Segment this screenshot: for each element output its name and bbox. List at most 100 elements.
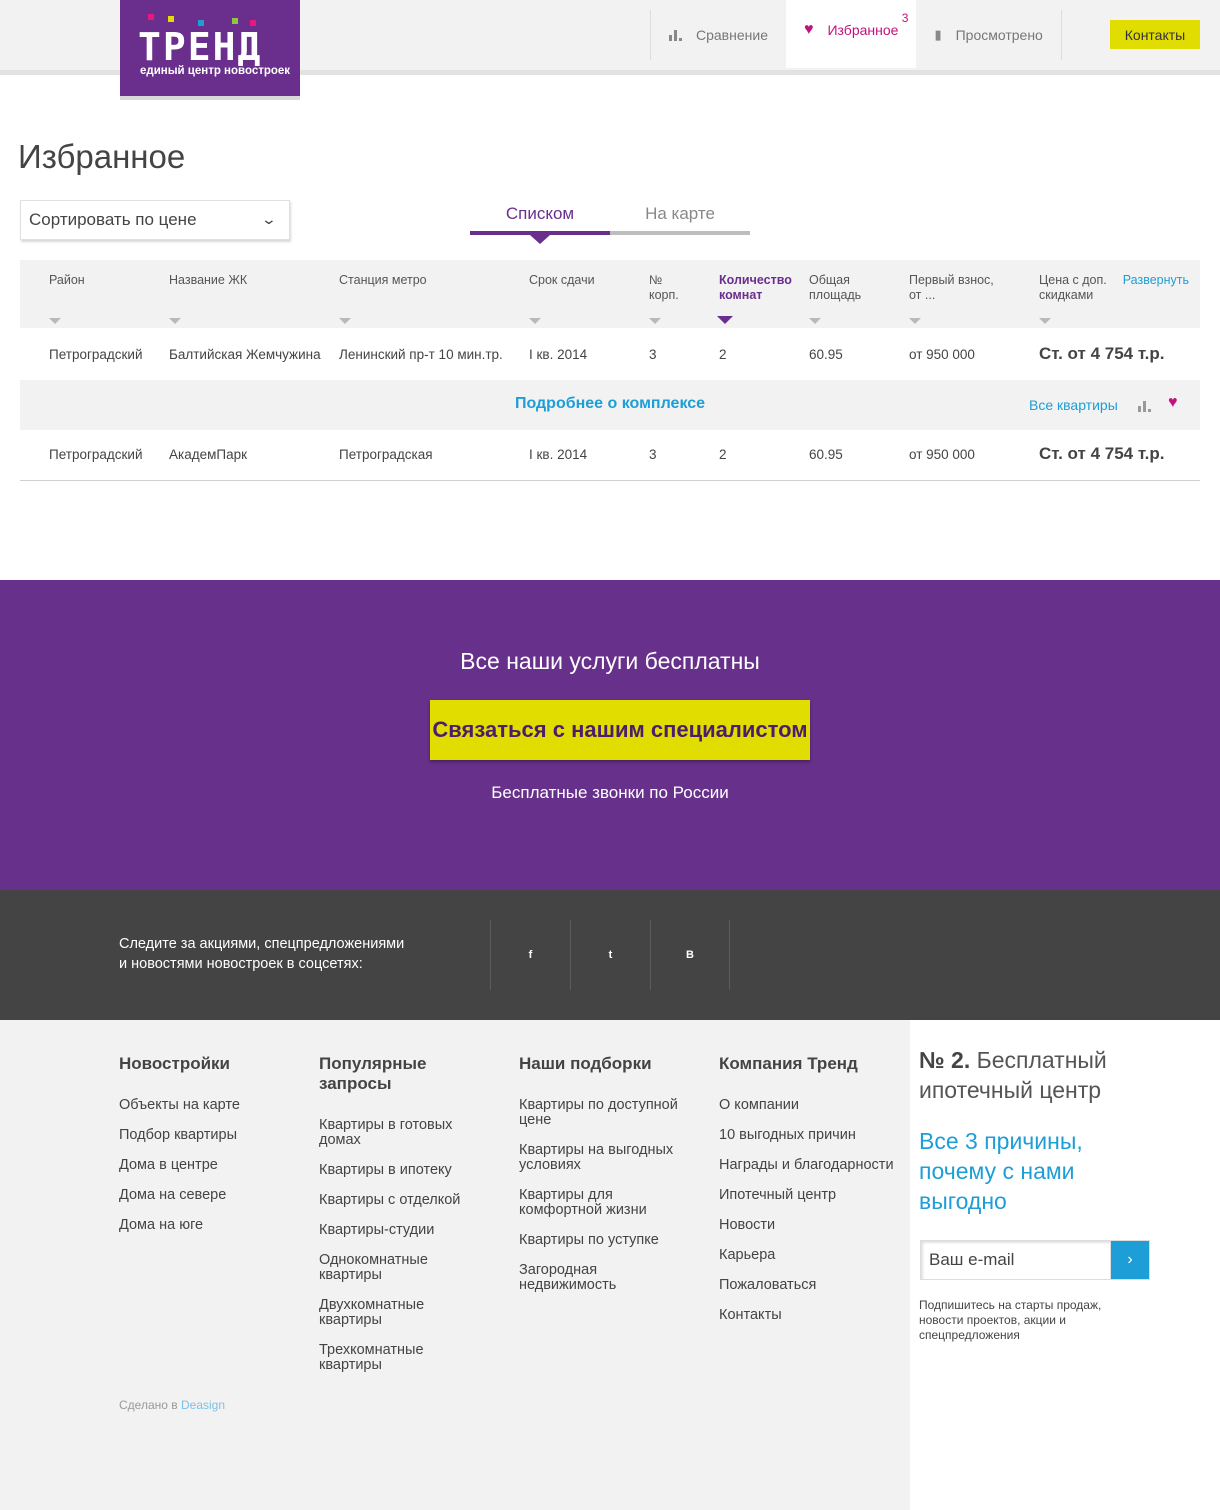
cell-metro: Ленинский пр-т 10 мин.тр. (339, 347, 503, 362)
cell-payment: от 950 000 (909, 347, 975, 362)
sort-arrow-icon[interactable] (49, 318, 61, 324)
footer-link[interactable]: Новости (719, 1218, 899, 1233)
email-field[interactable] (920, 1240, 1110, 1280)
nav-favorites[interactable]: ♥ Избранное 3 (785, 0, 917, 68)
sidebar-promo-link[interactable]: Все 3 причины, почему с нами выгодно (919, 1126, 1109, 1216)
cell-deadline: I кв. 2014 (529, 347, 588, 362)
cell-district: Петроградский (49, 347, 143, 362)
footer-link[interactable]: Однокомнатные квартиры (319, 1253, 484, 1283)
footer-link[interactable]: Дома на юге (119, 1218, 299, 1233)
footer-link[interactable]: 10 выгодных причин (719, 1128, 899, 1143)
cta-title: Все наши услуги бесплатны (460, 648, 760, 674)
table-row[interactable]: Петроградский Балтийская Жемчужина Ленин… (20, 330, 1200, 380)
footer-link[interactable]: Ипотечный центр (719, 1188, 899, 1203)
cell-name: Балтийская Жемчужина (169, 347, 321, 362)
column-header-name[interactable]: Название ЖК (169, 273, 247, 288)
made-by-prefix: Сделано в (119, 1398, 178, 1412)
sort-arrow-icon[interactable] (909, 318, 921, 324)
bar-chart-icon (669, 29, 682, 41)
footer-link[interactable]: Пожаловаться (719, 1278, 899, 1293)
footer-column-popular: Популярные запросы Квартиры в готовых до… (319, 1054, 484, 1388)
expand-link[interactable]: Развернуть (1123, 273, 1189, 287)
cell-rooms: 2 (719, 347, 727, 362)
complex-details-link[interactable]: Подробнее о комплексе (20, 395, 1200, 413)
made-by-link[interactable]: Deasign (181, 1398, 225, 1412)
tab-list[interactable]: Списком (470, 200, 610, 235)
footer-link[interactable]: Квартиры по уступке (519, 1233, 689, 1248)
column-header-district[interactable]: Район (49, 273, 85, 288)
sort-select[interactable]: Сортировать по цене ⌄ (20, 200, 290, 240)
heart-icon[interactable]: ♥ (1168, 394, 1178, 412)
facebook-icon[interactable]: f (490, 920, 570, 990)
footer-column-company: Компания Тренд О компании 10 выгодных пр… (719, 1054, 899, 1338)
footer-link[interactable]: Квартиры в ипотеку (319, 1163, 484, 1178)
footer-link[interactable]: О компании (719, 1098, 899, 1113)
social-band: Следите за акциями, спецпредложениями и … (0, 890, 1220, 1020)
footer-link[interactable]: Награды и благодарности (719, 1158, 899, 1173)
nav-compare[interactable]: Сравнение (651, 10, 786, 60)
tab-map[interactable]: На карте (610, 200, 750, 235)
footer-link[interactable]: Контакты (719, 1308, 899, 1323)
footer-link[interactable]: Загородная недвижимость (519, 1263, 689, 1293)
main-nav: Сравнение ♥ Избранное 3 ▮ Просмотрено (650, 0, 1062, 68)
column-header-area[interactable]: Общая площадь (809, 273, 879, 303)
nav-viewed-label: Просмотрено (955, 27, 1043, 43)
sort-arrow-icon[interactable] (649, 318, 661, 324)
bar-chart-icon[interactable] (1138, 399, 1151, 417)
social-text: Следите за акциями, спецпредложениями и … (119, 934, 439, 974)
footer-column-selections: Наши подборки Квартиры по доступной цене… (519, 1054, 689, 1308)
subscribe-button[interactable]: › (1110, 1240, 1150, 1280)
nav-compare-label: Сравнение (696, 27, 768, 43)
top-bar: ТРЕНД единый центр новостроек Сравнение … (0, 0, 1220, 100)
footer-column-new-buildings: Новостройки Объекты на карте Подбор квар… (119, 1054, 299, 1248)
nav-favorites-label: Избранное (827, 22, 899, 38)
column-header-metro[interactable]: Станция метро (339, 273, 427, 288)
footer-link[interactable]: Дома в центре (119, 1158, 299, 1173)
column-header-building[interactable]: № корп. (649, 273, 689, 303)
cell-deadline: I кв. 2014 (529, 447, 588, 462)
twitter-icon[interactable]: t (570, 920, 650, 990)
sort-arrow-icon[interactable] (339, 318, 351, 324)
vkontakte-icon[interactable]: B (650, 920, 730, 990)
footer-link[interactable]: Квартиры по доступной цене (519, 1098, 689, 1128)
cell-building: 3 (649, 347, 657, 362)
footer-link[interactable]: Объекты на карте (119, 1098, 299, 1113)
sort-arrow-icon[interactable] (169, 318, 181, 324)
row-details-bar: Подробнее о комплексе Все квартиры ♥ (20, 380, 1200, 430)
mortgage-sidebar: № 2. Бесплатный ипотечный центр Все 3 пр… (910, 1020, 1220, 1510)
cell-district: Петроградский (49, 447, 143, 462)
footer-link[interactable]: Квартиры-студии (319, 1223, 484, 1238)
column-header-price[interactable]: Цена с доп. скидками (1039, 273, 1119, 303)
footer-link[interactable]: Подбор квартиры (119, 1128, 299, 1143)
sort-arrow-active-icon[interactable] (717, 316, 733, 324)
sidebar-title-number: № 2. (919, 1047, 971, 1073)
footer-link[interactable]: Двухкомнатные квартиры (319, 1298, 484, 1328)
cell-price: Ст. от 4 754 т.р. (1039, 444, 1165, 463)
all-flats-link[interactable]: Все квартиры (1029, 397, 1118, 413)
contacts-button[interactable]: Контакты (1110, 20, 1200, 49)
footer-link[interactable]: Карьера (719, 1248, 899, 1263)
cell-area: 60.95 (809, 347, 843, 362)
sort-arrow-icon[interactable] (529, 318, 541, 324)
footer-link[interactable]: Квартиры для комфортной жизни (519, 1188, 689, 1218)
footer-link[interactable]: Трехкомнатные квартиры (319, 1343, 484, 1373)
footer-link[interactable]: Квартиры на выгодных условиях (519, 1143, 689, 1173)
cta-band: Все наши услуги бесплатны Связаться с на… (0, 580, 1220, 890)
footer-link[interactable]: Квартиры с отделкой (319, 1193, 484, 1208)
column-header-deadline[interactable]: Срок сдачи (529, 273, 595, 288)
table-header: Район Название ЖК Станция метро Срок сда… (20, 260, 1200, 328)
heart-icon: ♥ (803, 21, 814, 38)
footer-link[interactable]: Дома на севере (119, 1188, 299, 1203)
sort-arrow-icon[interactable] (1039, 318, 1051, 324)
column-header-rooms[interactable]: Количество комнат (719, 273, 799, 303)
column-header-payment[interactable]: Первый взнос, от ... (909, 273, 1009, 303)
sort-arrow-icon[interactable] (809, 318, 821, 324)
footer-link[interactable]: Квартиры в готовых домах (319, 1118, 484, 1148)
cta-note: Бесплатные звонки по России (491, 783, 729, 802)
footer-column-title: Компания Тренд (719, 1054, 858, 1073)
table-row[interactable]: Петроградский АкадемПарк Петроградская I… (20, 430, 1200, 480)
sidebar-title: № 2. Бесплатный ипотечный центр (919, 1045, 1119, 1105)
nav-viewed[interactable]: ▮ Просмотрено (916, 10, 1060, 60)
logo[interactable]: ТРЕНД единый центр новостроек (120, 0, 300, 100)
contact-specialist-button[interactable]: Связаться с нашим специалистом (430, 700, 810, 760)
